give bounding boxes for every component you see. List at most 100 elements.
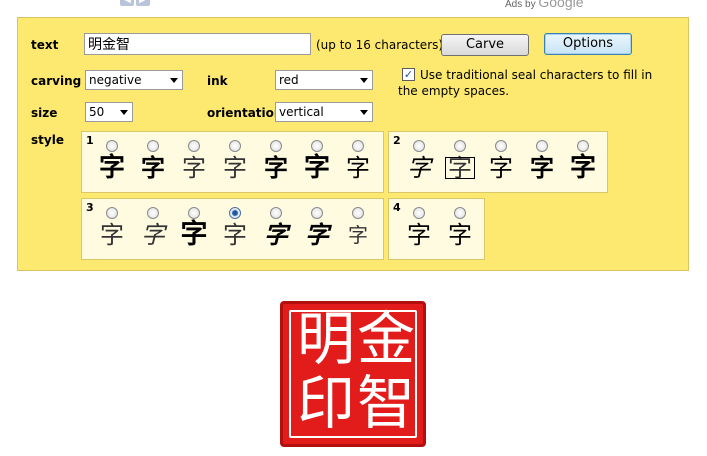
orientation-select[interactable]: vertical bbox=[275, 102, 373, 122]
style-glyph: 字 bbox=[141, 221, 165, 249]
style-radio[interactable] bbox=[106, 207, 118, 219]
style-glyph: 字 bbox=[141, 154, 165, 182]
carving-select[interactable]: negative bbox=[85, 70, 183, 90]
text-label: text bbox=[31, 38, 59, 52]
style-glyph: 字 bbox=[182, 154, 206, 182]
style-radio[interactable] bbox=[188, 207, 200, 219]
style-group-number: 1 bbox=[86, 134, 94, 147]
style-group-number: 4 bbox=[393, 201, 401, 214]
style-radio[interactable] bbox=[147, 140, 159, 152]
next-arrow-icon[interactable]: ▶ bbox=[136, 0, 150, 6]
seal-character: 明 bbox=[296, 305, 355, 373]
style-glyph: 字 bbox=[98, 153, 125, 183]
style-glyph: 字 bbox=[346, 154, 370, 182]
traditional-label: Use traditional seal characters to fill … bbox=[398, 68, 653, 98]
style-group-4: 4 字 字 bbox=[388, 198, 485, 260]
style-option[interactable]: 字 bbox=[258, 207, 294, 249]
style-radio[interactable] bbox=[413, 207, 425, 219]
style-glyph: 字 bbox=[489, 154, 513, 182]
orientation-label: orientation bbox=[207, 106, 283, 120]
style-glyph: 字 bbox=[223, 154, 247, 182]
chevron-down-icon bbox=[360, 110, 368, 115]
options-button[interactable]: Options bbox=[544, 33, 632, 55]
style-radio[interactable] bbox=[577, 140, 589, 152]
style-option[interactable]: 字 bbox=[442, 140, 478, 182]
style-option[interactable]: 字 bbox=[299, 207, 335, 249]
style-radio[interactable] bbox=[536, 140, 548, 152]
seal-text-input[interactable] bbox=[84, 33, 311, 55]
seal-character: 智 bbox=[356, 369, 415, 437]
style-option[interactable]: 字 bbox=[442, 207, 478, 249]
style-group-number: 2 bbox=[393, 134, 401, 147]
style-radio[interactable] bbox=[352, 207, 364, 219]
style-radio[interactable] bbox=[229, 140, 241, 152]
ink-select[interactable]: red bbox=[275, 70, 373, 90]
seal-character: 金 bbox=[356, 305, 415, 373]
style-glyph: 字 bbox=[264, 220, 288, 249]
style-glyph: 字 bbox=[448, 221, 472, 249]
style-radio[interactable] bbox=[413, 140, 425, 152]
style-option[interactable]: 字 bbox=[94, 207, 130, 249]
style-radio[interactable] bbox=[454, 140, 466, 152]
style-glyph: 字 bbox=[100, 221, 124, 249]
style-option[interactable]: 字 bbox=[217, 140, 253, 182]
style-option[interactable]: 字 bbox=[401, 140, 437, 182]
style-radio[interactable] bbox=[454, 207, 466, 219]
chevron-down-icon bbox=[360, 78, 368, 83]
style-option[interactable]: 字 bbox=[217, 207, 253, 249]
ad-nav-arrows[interactable]: ◀ ▶ bbox=[120, 0, 150, 6]
style-radio[interactable] bbox=[106, 140, 118, 152]
style-option[interactable]: 字 bbox=[135, 207, 171, 249]
chevron-down-icon bbox=[170, 78, 178, 83]
chevron-down-icon bbox=[120, 110, 128, 115]
style-radio[interactable] bbox=[352, 140, 364, 152]
seal-options-panel: text (up to 16 characters) Carve Options… bbox=[17, 17, 689, 271]
style-label: style bbox=[31, 133, 64, 147]
style-option[interactable]: 字 bbox=[135, 140, 171, 182]
carving-label: carving bbox=[31, 74, 82, 88]
style-group-2: 2 字 字 字 字 字 bbox=[388, 131, 608, 193]
style-option[interactable]: 字 bbox=[524, 140, 560, 182]
style-option[interactable]: 字 bbox=[299, 140, 335, 182]
style-glyph: 字 bbox=[407, 221, 431, 249]
style-option[interactable]: 字 bbox=[94, 140, 130, 182]
top-bar: ◀ ▶ Ads by Google bbox=[0, 0, 707, 14]
ink-value: red bbox=[279, 73, 299, 87]
style-glyph: 字 bbox=[223, 221, 247, 249]
carve-button[interactable]: Carve bbox=[441, 34, 529, 56]
carving-value: negative bbox=[89, 73, 142, 87]
style-option[interactable]: 字 bbox=[176, 140, 212, 182]
orientation-value: vertical bbox=[279, 105, 324, 119]
style-radio[interactable] bbox=[495, 140, 507, 152]
style-radio[interactable] bbox=[188, 140, 200, 152]
style-option[interactable]: 字 bbox=[565, 140, 601, 182]
style-group-1: 1 字 字 字 字 字 字 字 bbox=[81, 131, 384, 193]
ads-by-google[interactable]: Ads by Google bbox=[505, 0, 584, 10]
ads-label: Ads by bbox=[505, 0, 536, 10]
style-radio[interactable] bbox=[311, 140, 323, 152]
style-group-3: 3 字 字 字 字 字 字 字 bbox=[81, 198, 384, 260]
style-radio[interactable] bbox=[270, 207, 282, 219]
style-radio[interactable] bbox=[270, 140, 282, 152]
style-radio[interactable] bbox=[147, 207, 159, 219]
style-option[interactable]: 字 bbox=[483, 140, 519, 182]
style-option[interactable]: 字 bbox=[258, 140, 294, 182]
style-option[interactable]: 字 bbox=[340, 207, 376, 249]
style-option[interactable]: 字 bbox=[401, 207, 437, 249]
style-glyph: 字 bbox=[180, 219, 208, 250]
style-group-number: 3 bbox=[86, 201, 94, 214]
style-glyph: 字 bbox=[530, 154, 554, 182]
style-glyph: 字 bbox=[305, 221, 329, 249]
size-select[interactable]: 50 bbox=[85, 102, 133, 122]
ads-brand: Google bbox=[538, 0, 584, 10]
style-option[interactable]: 字 bbox=[340, 140, 376, 182]
prev-arrow-icon[interactable]: ◀ bbox=[120, 0, 134, 6]
style-radio-selected[interactable] bbox=[229, 207, 241, 219]
style-option[interactable]: 字 bbox=[176, 207, 212, 249]
text-hint: (up to 16 characters) bbox=[316, 38, 444, 52]
style-glyph: 字 bbox=[264, 154, 288, 182]
style-radio[interactable] bbox=[311, 207, 323, 219]
style-glyph: 字 bbox=[303, 153, 330, 183]
size-value: 50 bbox=[89, 105, 105, 119]
style-glyph: 字 bbox=[407, 154, 431, 182]
